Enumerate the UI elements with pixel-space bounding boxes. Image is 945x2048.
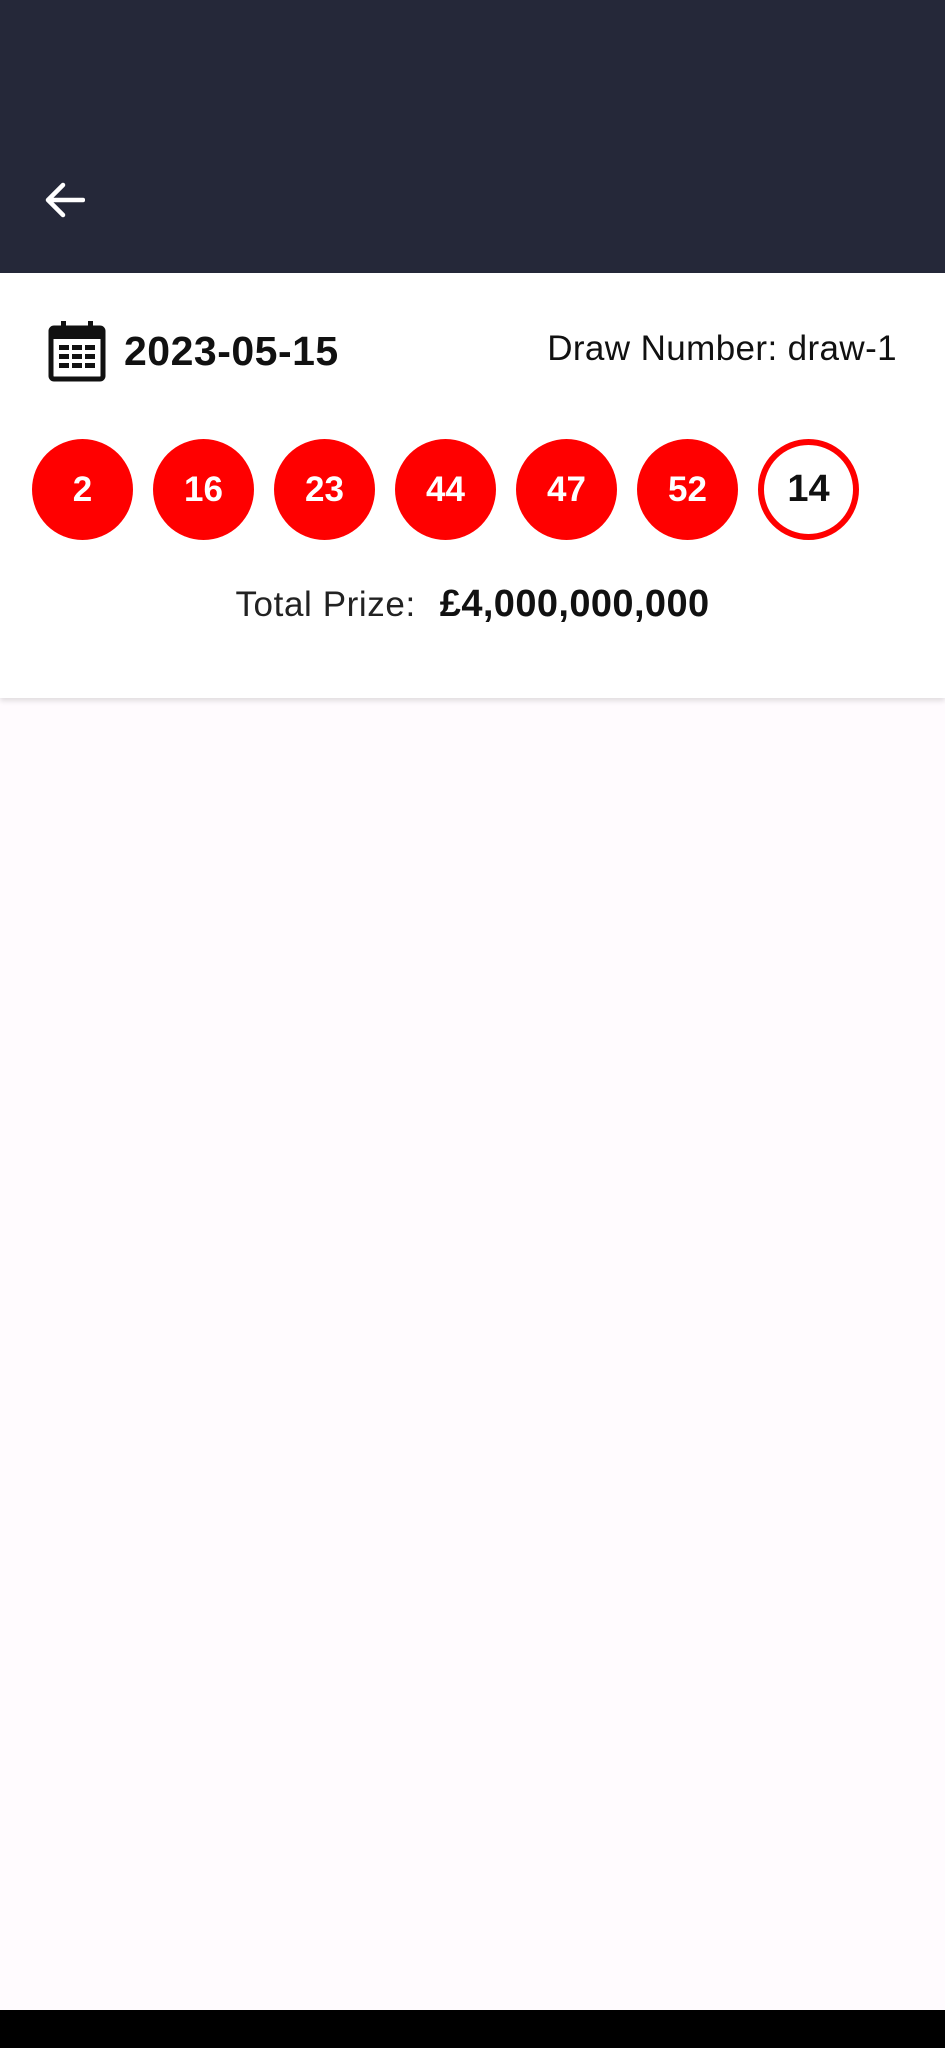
- back-button[interactable]: [34, 166, 94, 234]
- app-bar: [0, 0, 945, 273]
- arrow-left-icon: [45, 182, 85, 218]
- draw-result-card: 2023-05-15 Draw Number: draw-1 2 16 23 4…: [0, 273, 945, 698]
- ball: 44: [395, 439, 496, 540]
- drawn-balls: 2 16 23 44 47 52 14: [32, 439, 859, 540]
- total-prize-value: £4,000,000,000: [439, 583, 710, 625]
- ball: 47: [516, 439, 617, 540]
- draw-date-row: 2023-05-15: [48, 319, 339, 383]
- total-prize-label: Total Prize:: [235, 585, 416, 624]
- draw-number: Draw Number: draw-1: [547, 329, 897, 369]
- ball: 16: [153, 439, 254, 540]
- ball: 52: [637, 439, 738, 540]
- draw-number-label: Draw Number:: [547, 329, 778, 368]
- bonus-ball: 14: [758, 439, 859, 540]
- ball: 2: [32, 439, 133, 540]
- draw-date: 2023-05-15: [124, 327, 339, 374]
- total-prize-row: Total Prize: £4,000,000,000: [0, 583, 945, 626]
- calendar-icon: [48, 321, 106, 382]
- system-navigation-bar: [0, 2010, 945, 2048]
- ball: 23: [274, 439, 375, 540]
- draw-number-value: draw-1: [787, 329, 897, 368]
